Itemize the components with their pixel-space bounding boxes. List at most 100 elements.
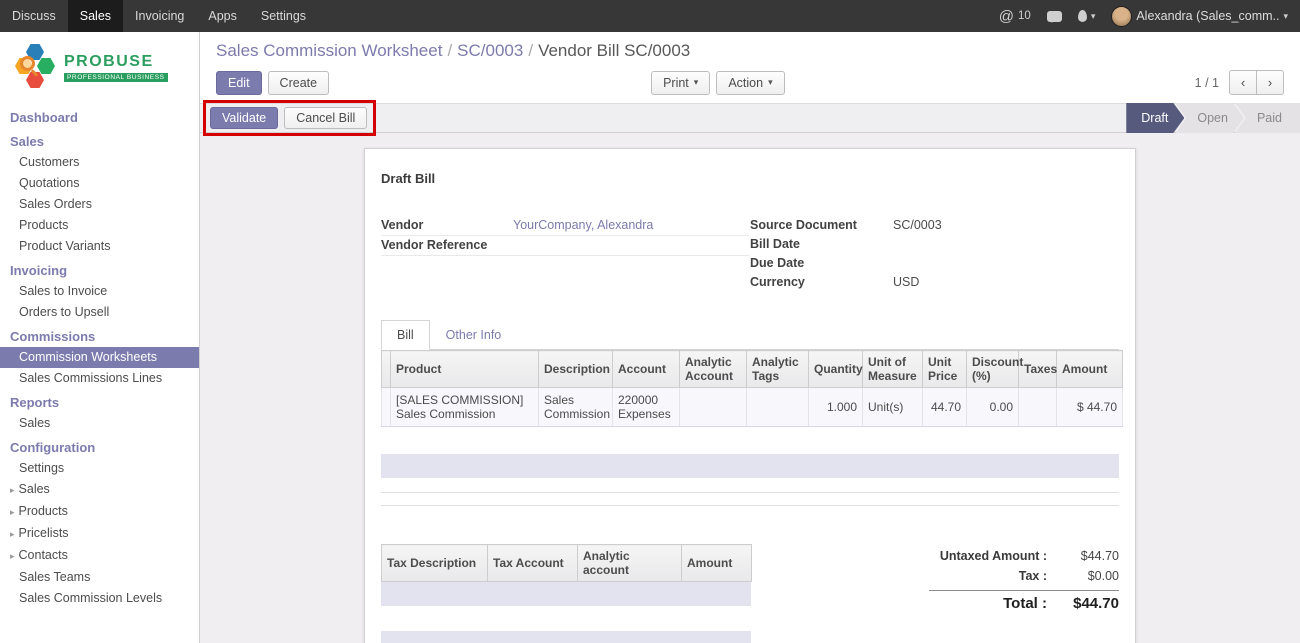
column-header-account[interactable]: Account bbox=[613, 351, 680, 388]
column-header-analytic-tags[interactable]: Analytic Tags bbox=[747, 351, 809, 388]
status-step-paid[interactable]: Paid bbox=[1235, 103, 1300, 133]
sidebar-item-sales-teams[interactable]: Sales Teams bbox=[0, 567, 199, 588]
caret-down-icon: ▾ bbox=[768, 77, 773, 88]
cell-taxes bbox=[1019, 388, 1057, 427]
column-header-analytic-account[interactable]: Analytic Account bbox=[680, 351, 747, 388]
sidebar-heading-dashboard[interactable]: Dashboard bbox=[0, 104, 199, 128]
column-header-tax-account[interactable]: Tax Account bbox=[488, 545, 578, 582]
expand-icon: ▸ bbox=[10, 529, 15, 539]
tax-header-row: Tax Description Tax Account Analytic acc… bbox=[382, 545, 752, 582]
column-header-taxes[interactable]: Taxes bbox=[1019, 351, 1057, 388]
column-header-tax-analytic-account[interactable]: Analytic account bbox=[578, 545, 682, 582]
empty-list-stripe bbox=[381, 631, 751, 643]
sidebar-heading-sales[interactable]: Sales bbox=[0, 128, 199, 152]
vendor-label: Vendor bbox=[381, 216, 513, 235]
sidebar-item-reports-sales[interactable]: Sales bbox=[0, 413, 199, 434]
menu-apps[interactable]: Apps bbox=[196, 0, 249, 32]
breadcrumb-sc0003-link[interactable]: SC/0003 bbox=[457, 41, 523, 60]
sidebar-item-label: Sales bbox=[19, 482, 50, 496]
pager-previous-button[interactable]: ‹ bbox=[1229, 70, 1257, 95]
sidebar-item-pricelists[interactable]: ▸Pricelists bbox=[0, 523, 199, 545]
vendor-field-row: Vendor YourCompany, Alexandra bbox=[381, 216, 749, 236]
handle-column-header bbox=[382, 351, 391, 388]
breadcrumb-worksheet-link[interactable]: Sales Commission Worksheet bbox=[216, 41, 442, 60]
menu-settings[interactable]: Settings bbox=[249, 0, 318, 32]
cell-discount: 0.00 bbox=[967, 388, 1019, 427]
column-header-description[interactable]: Description bbox=[539, 351, 613, 388]
debug-menu[interactable]: ▾ bbox=[1078, 10, 1096, 22]
edit-button[interactable]: Edit bbox=[216, 71, 262, 95]
sidebar-item-quotations[interactable]: Quotations bbox=[0, 173, 199, 194]
field-group-left: Vendor YourCompany, Alexandra Vendor Ref… bbox=[381, 216, 750, 292]
vendor-bill-form-sheet: Draft Bill Vendor YourCompany, Alexandra… bbox=[364, 148, 1136, 643]
due-date-label: Due Date bbox=[750, 254, 893, 273]
cancel-bill-button[interactable]: Cancel Bill bbox=[284, 107, 367, 129]
sidebar-item-customers[interactable]: Customers bbox=[0, 152, 199, 173]
user-name: Alexandra (Sales_comm.. bbox=[1136, 9, 1279, 23]
status-step-draft[interactable]: Draft bbox=[1126, 103, 1184, 133]
untaxed-amount-row: Untaxed Amount : $44.70 bbox=[929, 546, 1119, 566]
validate-button[interactable]: Validate bbox=[210, 107, 278, 129]
mention-count: 10 bbox=[1018, 10, 1031, 22]
sidebar-item-config-products[interactable]: ▸Products bbox=[0, 501, 199, 523]
invoice-line-row[interactable]: [SALES COMMISSION] Sales Commission Sale… bbox=[382, 388, 1123, 427]
tab-bill[interactable]: Bill bbox=[381, 320, 430, 350]
breadcrumb: Sales Commission Worksheet/SC/0003/Vendo… bbox=[216, 40, 1284, 62]
status-bar: Validate Cancel Bill Draft Open Paid bbox=[200, 103, 1300, 133]
sidebar-item-commission-worksheets[interactable]: Commission Worksheets bbox=[0, 347, 199, 368]
cell-account: 220000 Expenses bbox=[613, 388, 680, 427]
vendor-value-link[interactable]: YourCompany, Alexandra bbox=[513, 216, 653, 235]
sheet-title: Draft Bill bbox=[381, 171, 1119, 186]
sidebar-item-orders-to-upsell[interactable]: Orders to Upsell bbox=[0, 302, 199, 323]
cell-handle bbox=[382, 388, 391, 427]
column-header-product[interactable]: Product bbox=[391, 351, 539, 388]
sidebar-nav: Dashboard Sales Customers Quotations Sal… bbox=[0, 104, 199, 609]
sidebar-item-label: Products bbox=[19, 504, 68, 518]
sidebar-item-settings[interactable]: Settings bbox=[0, 458, 199, 479]
print-label: Print bbox=[663, 76, 689, 90]
caret-down-icon: ▾ bbox=[694, 77, 699, 88]
sidebar-item-sales-commission-levels[interactable]: Sales Commission Levels bbox=[0, 588, 199, 609]
messages-button[interactable] bbox=[1047, 11, 1062, 22]
column-header-unit-of-measure[interactable]: Unit of Measure bbox=[863, 351, 923, 388]
column-header-tax-amount[interactable]: Amount bbox=[682, 545, 752, 582]
action-label: Action bbox=[728, 76, 763, 90]
logo-hexagons-icon bbox=[14, 44, 56, 90]
column-header-tax-description[interactable]: Tax Description bbox=[382, 545, 488, 582]
column-header-discount[interactable]: Discount (%) bbox=[967, 351, 1019, 388]
sidebar-item-products[interactable]: Products bbox=[0, 215, 199, 236]
create-button[interactable]: Create bbox=[268, 71, 330, 95]
cell-description: Sales Commission bbox=[539, 388, 613, 427]
bill-date-field-row: Bill Date bbox=[750, 235, 1119, 254]
menu-invoicing[interactable]: Invoicing bbox=[123, 0, 196, 32]
tax-value: $0.00 bbox=[1057, 566, 1119, 586]
section-divider bbox=[381, 505, 1119, 506]
sidebar-item-sales-orders[interactable]: Sales Orders bbox=[0, 194, 199, 215]
total-value: $44.70 bbox=[1057, 594, 1119, 614]
menu-sales[interactable]: Sales bbox=[68, 0, 123, 32]
column-header-unit-price[interactable]: Unit Price bbox=[923, 351, 967, 388]
sidebar-item-sales-to-invoice[interactable]: Sales to Invoice bbox=[0, 281, 199, 302]
user-menu[interactable]: Alexandra (Sales_comm.. ▾ bbox=[1111, 6, 1288, 27]
print-button[interactable]: Print ▾ bbox=[651, 71, 710, 95]
sidebar-heading-configuration[interactable]: Configuration bbox=[0, 434, 199, 458]
column-header-amount[interactable]: Amount bbox=[1057, 351, 1123, 388]
action-button[interactable]: Action ▾ bbox=[716, 71, 784, 95]
menu-discuss[interactable]: Discuss bbox=[0, 0, 68, 32]
column-header-quantity[interactable]: Quantity bbox=[809, 351, 863, 388]
totals-block: Untaxed Amount : $44.70 Tax : $0.00 Tota… bbox=[929, 544, 1119, 643]
cell-analytic-account bbox=[680, 388, 747, 427]
empty-tax-row-stripe bbox=[381, 582, 751, 606]
sidebar-item-config-sales[interactable]: ▸Sales bbox=[0, 479, 199, 501]
status-step-open[interactable]: Open bbox=[1175, 103, 1244, 133]
sidebar-heading-reports[interactable]: Reports bbox=[0, 389, 199, 413]
empty-list-stripe bbox=[381, 454, 1119, 478]
sidebar-item-product-variants[interactable]: Product Variants bbox=[0, 236, 199, 257]
mentions-counter[interactable]: @ 10 bbox=[999, 9, 1031, 24]
sidebar-item-sales-commissions-lines[interactable]: Sales Commissions Lines bbox=[0, 368, 199, 389]
tab-other-info[interactable]: Other Info bbox=[430, 320, 518, 350]
sidebar-item-contacts[interactable]: ▸Contacts bbox=[0, 545, 199, 567]
sidebar-heading-invoicing[interactable]: Invoicing bbox=[0, 257, 199, 281]
pager-next-button[interactable]: › bbox=[1256, 70, 1284, 95]
sidebar-heading-commissions[interactable]: Commissions bbox=[0, 323, 199, 347]
